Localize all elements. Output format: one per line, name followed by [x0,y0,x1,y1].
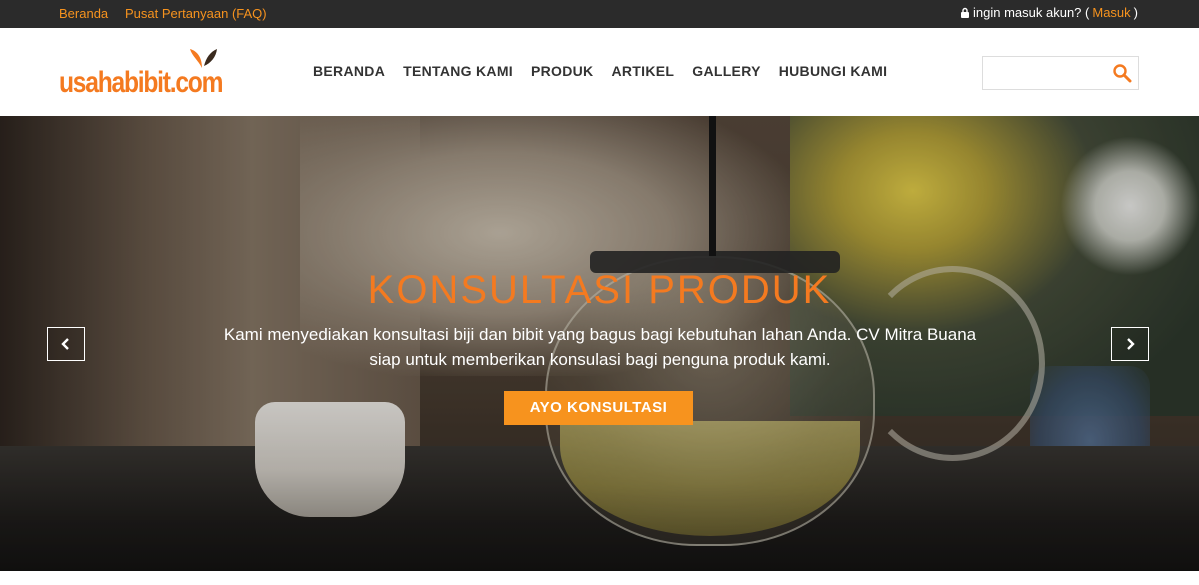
site-logo[interactable]: usahabibit.com [59,46,229,101]
main-nav: BERANDA TENTANG KAMI PRODUK ARTIKEL GALL… [313,63,887,79]
search-box [982,56,1139,90]
nav-item-artikel[interactable]: ARTIKEL [611,63,674,79]
search-icon[interactable] [1112,63,1132,83]
lock-icon [961,7,970,18]
login-link[interactable]: Masuk [1092,5,1130,20]
nav-item-beranda[interactable]: BERANDA [313,63,385,79]
nav-item-produk[interactable]: PRODUK [531,63,593,79]
chevron-left-icon [61,338,69,350]
ayo-konsultasi-button[interactable]: AYO KONSULTASI [504,391,693,425]
nav-item-hubungi-kami[interactable]: HUBUNGI KAMI [779,63,888,79]
login-prompt: ingin masuk akun? (Masuk) [960,5,1138,20]
hero-title: KONSULTASI PRODUK [367,268,832,312]
nav-item-tentang-kami[interactable]: TENTANG KAMI [403,63,513,79]
search-input[interactable] [983,57,1103,89]
top-bar: Beranda Pusat Pertanyaan (FAQ) ingin mas… [0,0,1199,28]
nav-item-gallery[interactable]: GALLERY [692,63,760,79]
login-prefix-text: ingin masuk akun? ( [973,5,1090,20]
site-header: usahabibit.com BERANDA TENTANG KAMI PROD… [0,28,1199,116]
logo-text: usahabibit.com [59,66,223,99]
chevron-right-icon [1127,338,1135,350]
slider-prev-button[interactable] [47,327,85,361]
sprout-icon [190,49,217,68]
hero-description: Kami menyediakan konsultasi biji dan bib… [223,325,977,369]
login-suffix-text: ) [1133,5,1138,20]
top-link-faq[interactable]: Pusat Pertanyaan (FAQ) [125,6,267,21]
top-link-beranda[interactable]: Beranda [59,6,108,21]
hero-slider: KONSULTASI PRODUK Kami menyediakan konsu… [0,116,1199,571]
slider-next-button[interactable] [1111,327,1149,361]
